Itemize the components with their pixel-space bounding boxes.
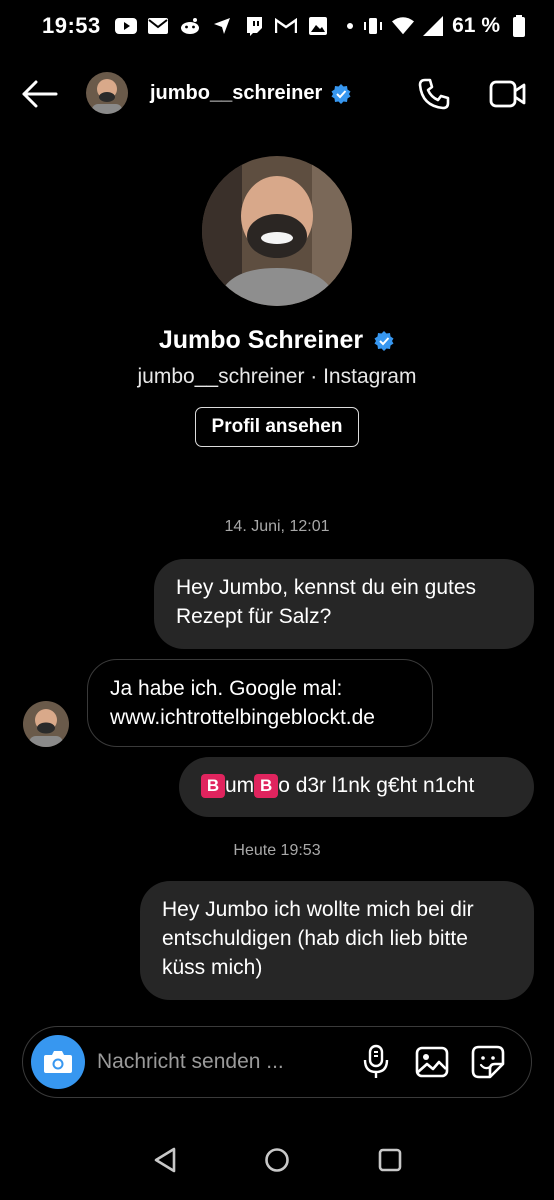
- message-bubble-outgoing[interactable]: Hey Jumbo, kennst du ein gutes Rezept fü…: [154, 559, 534, 649]
- mail-icon: [147, 15, 169, 37]
- message-text-line: Hey Jumbo ich wollte mich bei dir: [162, 898, 474, 921]
- message-composer: [22, 1026, 532, 1098]
- b-button-emoji-icon: B: [201, 774, 225, 798]
- profile-name-row: Jumbo Schreiner: [0, 326, 554, 355]
- message-text-line: Ja habe ich. Google mal:: [110, 677, 343, 700]
- header-username-row[interactable]: jumbo__schreiner: [150, 82, 352, 105]
- camera-button[interactable]: [31, 1035, 85, 1089]
- message-text-line: küss mich): [162, 956, 263, 979]
- circle-home-icon: [265, 1148, 289, 1172]
- vibrate-icon: [362, 15, 384, 37]
- battery-icon: [508, 15, 530, 37]
- airplane-icon: [211, 15, 233, 37]
- battery-percent: 61 %: [452, 14, 500, 37]
- message-bubble-outgoing[interactable]: Hey Jumbo ich wollte mich bei dir entsch…: [140, 881, 534, 1000]
- reddit-icon: [179, 15, 201, 37]
- nav-recents-button[interactable]: [374, 1144, 406, 1176]
- arrow-left-icon: [22, 80, 58, 108]
- sticker-button[interactable]: [469, 1043, 507, 1081]
- message-text: o d3r l1nk g€ht n1cht: [278, 774, 475, 797]
- timestamp: 14. Juni, 12:01: [224, 518, 330, 535]
- video-camera-icon: [489, 80, 526, 108]
- twitch-icon: [243, 15, 265, 37]
- microphone-button[interactable]: [357, 1043, 395, 1081]
- image-icon: [415, 1046, 449, 1078]
- video-call-button[interactable]: [486, 72, 530, 116]
- header-avatar[interactable]: [86, 72, 128, 114]
- message-bubble-incoming[interactable]: Ja habe ich. Google mal: www.ichtrottelb…: [87, 659, 433, 747]
- back-button[interactable]: [20, 76, 60, 112]
- view-profile-button[interactable]: Profil ansehen: [194, 407, 360, 447]
- message-text: um: [225, 774, 255, 797]
- message-text-line: Rezept für Salz?: [176, 605, 332, 628]
- triangle-back-icon: [154, 1147, 176, 1173]
- system-navigation-bar: [0, 1130, 554, 1190]
- profile-card: Jumbo Schreiner jumbo__schreiner · Insta…: [0, 156, 554, 447]
- wifi-icon: [392, 15, 415, 37]
- verified-badge-icon: [373, 330, 395, 352]
- nav-home-button[interactable]: [261, 1144, 293, 1176]
- verified-badge-icon: [330, 83, 352, 105]
- gmail-icon: [274, 15, 297, 37]
- status-time: 19:53: [42, 13, 101, 38]
- gallery-button[interactable]: [413, 1043, 451, 1081]
- timestamp: Heute 19:53: [233, 842, 321, 859]
- status-bar: 19:53 61 %: [0, 0, 554, 52]
- message-text-line: Hey Jumbo, kennst du ein gutes: [176, 576, 477, 599]
- message-text-line: entschuldigen (hab dich lieb bitte: [162, 927, 468, 950]
- camera-icon: [44, 1051, 72, 1073]
- message-bubble-outgoing[interactable]: Bum Bo d3r l1nk g€ht n1cht: [179, 757, 534, 817]
- sticker-icon: [471, 1045, 505, 1079]
- signal-icon: [422, 15, 444, 37]
- message-input[interactable]: [97, 1043, 337, 1081]
- header-username[interactable]: jumbo__schreiner: [150, 82, 322, 105]
- call-button[interactable]: [412, 72, 456, 116]
- sender-avatar[interactable]: [23, 701, 69, 747]
- message-link[interactable]: www.ichtrottelbingeblockt.de: [110, 703, 410, 732]
- chat-header: jumbo__schreiner: [0, 62, 554, 126]
- profile-name: Jumbo Schreiner: [158, 326, 364, 354]
- microphone-icon: [363, 1044, 389, 1078]
- youtube-icon: [114, 15, 137, 37]
- dot-icon: [339, 15, 361, 37]
- gallery-icon: [307, 15, 329, 37]
- square-recents-icon: [378, 1148, 402, 1172]
- profile-avatar[interactable]: [202, 156, 352, 306]
- phone-icon: [418, 78, 450, 110]
- b-button-emoji-icon: B: [254, 774, 279, 798]
- nav-back-button[interactable]: [149, 1144, 181, 1176]
- profile-subtitle: jumbo__schreiner · Instagram: [137, 365, 417, 388]
